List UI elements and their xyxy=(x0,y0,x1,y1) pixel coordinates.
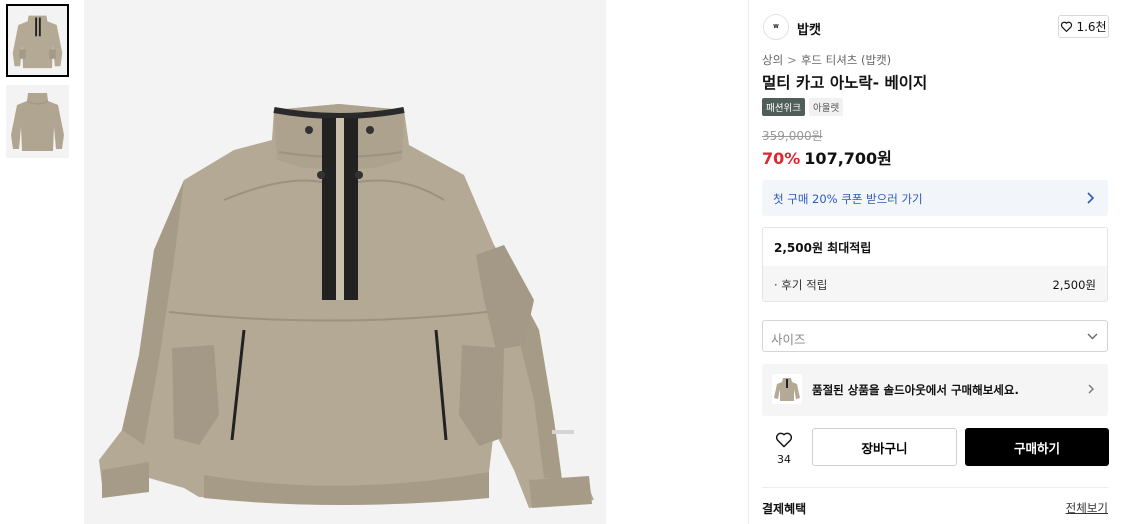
product-info-panel: W Babcat 밥캣 1.6천 상의 > 후드 티셔츠 (밥캣) 멀티 카고 아노… xyxy=(748,0,1125,524)
anorak-jacket-illustration xyxy=(84,0,606,524)
heart-icon xyxy=(1061,21,1073,32)
price-row: 70% 107,700원 xyxy=(762,145,892,169)
jacket-mini-image xyxy=(772,374,802,404)
wish-count: 34 xyxy=(777,453,791,466)
coupon-banner[interactable]: 첫 구매 20% 쿠폰 받으러 가기 xyxy=(762,180,1108,216)
points-max: 2,500원 최대적립 xyxy=(774,241,872,255)
badge-outlet: 아울렛 xyxy=(808,98,844,116)
divider xyxy=(762,487,1108,488)
heart-icon xyxy=(775,432,793,448)
wish-button[interactable]: 34 xyxy=(773,430,795,466)
size-placeholder: 사이즈 xyxy=(771,332,806,347)
buy-now-button[interactable]: 구매하기 xyxy=(965,428,1109,466)
soldout-product-thumbnail xyxy=(772,374,802,404)
points-review-row: · 후기 적립 2,500원 xyxy=(763,266,1107,301)
brand-logo[interactable]: W Babcat xyxy=(763,14,789,40)
product-title: 멀티 카고 아노락- 베이지 xyxy=(762,74,928,92)
coupon-text: 첫 구매 20% 쿠폰 받으러 가기 xyxy=(773,192,923,206)
jacket-back-thumbnail-image xyxy=(6,85,69,158)
chevron-right-icon xyxy=(1087,192,1095,204)
thumbnail-front[interactable] xyxy=(6,4,69,77)
soldout-banner[interactable]: 품절된 상품을 솔드아웃에서 구매해보세요. xyxy=(762,364,1108,416)
sale-price: 107,700원 xyxy=(804,149,892,168)
jacket-thumbnail-image xyxy=(8,6,67,75)
soldout-text: 품절된 상품을 솔드아웃에서 구매해보세요. xyxy=(812,383,1019,397)
payment-benefits-label: 결제혜택 xyxy=(762,502,807,516)
view-all-link[interactable]: 전체보기 xyxy=(1066,500,1108,516)
chevron-right-icon xyxy=(1088,384,1094,394)
breadcrumb-item-subcategory[interactable]: 후드 티셔츠 (밥캣) xyxy=(801,53,891,67)
size-select[interactable]: 사이즈 xyxy=(762,320,1108,352)
thumbnail-list xyxy=(6,4,69,166)
badge-fashion-week: 패션위크 xyxy=(762,98,805,116)
breadcrumb-item-category[interactable]: 상의 xyxy=(762,53,783,67)
main-product-image xyxy=(84,0,606,524)
breadcrumb: 상의 > 후드 티셔츠 (밥캣) xyxy=(762,52,891,68)
points-box: 2,500원 최대적립 · 후기 적립 2,500원 xyxy=(762,227,1108,302)
points-review-label: · 후기 적립 xyxy=(774,278,828,292)
brand-like-button[interactable]: 1.6천 xyxy=(1058,15,1109,38)
brand-name[interactable]: 밥캣 xyxy=(797,19,821,38)
breadcrumb-separator: > xyxy=(787,53,797,67)
points-review-value: 2,500원 xyxy=(1052,278,1096,292)
badge-list: 패션위크 아울렛 xyxy=(762,98,844,116)
original-price: 359,000원 xyxy=(762,129,823,143)
thumbnail-back[interactable] xyxy=(6,85,69,158)
discount-rate: 70% xyxy=(762,149,801,168)
chevron-down-icon xyxy=(1087,333,1098,340)
brand-row: W Babcat 밥캣 1.6천 xyxy=(763,13,1109,41)
brand-like-count: 1.6천 xyxy=(1076,20,1107,34)
add-to-cart-button[interactable]: 장바구니 xyxy=(812,428,957,466)
